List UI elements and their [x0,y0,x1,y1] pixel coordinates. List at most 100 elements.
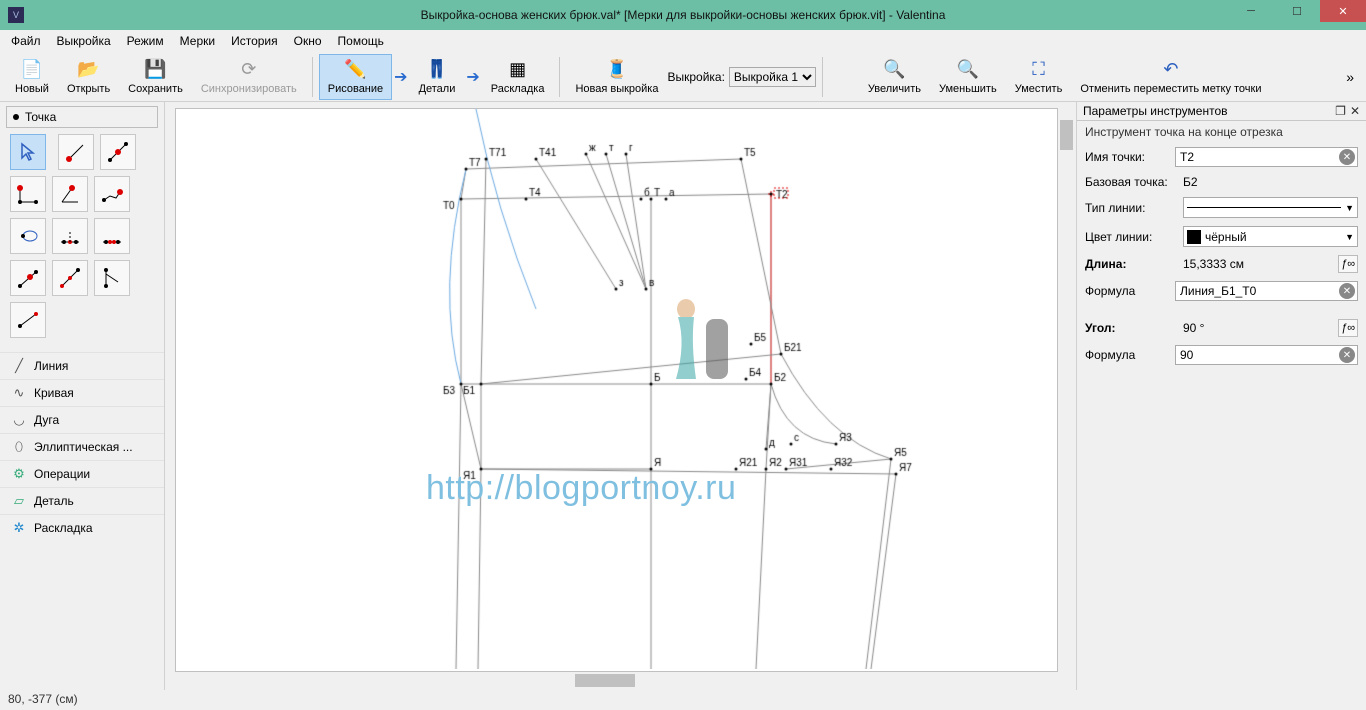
detail-icon: ▱ [12,494,26,508]
details-mode-button[interactable]: 👖Детали [410,54,465,100]
cat-layout[interactable]: ✲Раскладка [0,514,164,541]
angle-formula-input[interactable] [1175,345,1358,365]
tool-point-endline[interactable] [58,134,94,170]
horizontal-scrollbar[interactable] [175,673,1058,688]
toolbar-separator [312,57,313,97]
formula-button[interactable]: ƒ∞ [1338,319,1358,337]
drawing-canvas[interactable]: http://blogportnoy.ru [175,108,1058,672]
menu-help[interactable]: Помощь [331,32,391,50]
minimize-button[interactable]: ─ [1228,0,1274,22]
zoom-out-icon: 🔍 [957,59,979,81]
new-button[interactable]: 📄Новый [6,54,58,100]
base-point-label: Базовая точка: [1085,175,1175,189]
save-icon: 💾 [144,59,166,81]
layout-icon: ▦ [509,59,526,81]
cat-detail[interactable]: ▱Деталь [0,487,164,514]
formula-button[interactable]: ƒ∞ [1338,255,1358,273]
tool-point-bisector[interactable] [52,176,88,212]
base-point-value: Б2 [1183,175,1358,189]
tool-pointer[interactable] [10,134,46,170]
tool-point-axis[interactable] [94,260,130,296]
zoom-fit-button[interactable]: ⛶Уместить [1006,54,1072,100]
cat-operations[interactable]: ⚙Операции [0,460,164,487]
point-name-input[interactable] [1175,147,1358,167]
ellipse-icon: ⬯ [12,440,26,454]
angle-formula-label: Формула [1085,348,1167,362]
statusbar: 80, -377 (см) [0,690,1366,710]
canvas-area: http://blogportnoy.ru [165,102,1076,690]
tool-panel: Точка ╱Линия ∿Кривая ◡Дуга ⬯Эллиптическа… [0,102,165,690]
length-value: 15,3333 см [1183,257,1330,271]
color-swatch [1187,230,1201,244]
curve-icon: ∿ [12,386,26,400]
clear-icon[interactable]: ✕ [1339,283,1355,299]
titlebar: V Выкройка-основа женских брюк.val* [Мер… [0,0,1366,30]
tool-point-alongline[interactable] [100,134,136,170]
gears-icon: ⚙ [12,467,26,481]
zoom-out-button[interactable]: 🔍Уменьшить [930,54,1006,100]
menu-mode[interactable]: Режим [120,32,171,50]
vertical-scrollbar[interactable] [1059,108,1074,672]
layout-icon: ✲ [12,521,26,535]
menu-window[interactable]: Окно [287,32,329,50]
undock-icon[interactable]: ❐ [1335,104,1346,118]
pattern-select[interactable]: Выкройка 1 [729,67,816,87]
tool-point-xy[interactable] [10,260,46,296]
menu-measurements[interactable]: Мерки [173,32,222,50]
line-type-select[interactable]: ▼ [1183,197,1358,218]
pattern-label: Выкройка: [667,70,724,84]
tool-name: Инструмент точка на конце отрезка [1077,121,1366,143]
panel-close-icon[interactable]: ✕ [1350,104,1360,118]
length-formula-label: Формула [1085,284,1167,298]
pencil-icon: ✏️ [344,59,366,81]
file-new-icon: 📄 [21,59,43,81]
toolbar-separator [559,57,560,97]
maximize-button[interactable]: ☐ [1274,0,1320,22]
cat-ellipse[interactable]: ⬯Эллиптическая ... [0,433,164,460]
chevron-down-icon: ▼ [1345,203,1354,213]
open-button[interactable]: 📂Открыть [58,54,119,100]
menu-file[interactable]: Файл [4,32,48,50]
layout-mode-button[interactable]: ▦Раскладка [482,54,554,100]
clear-icon[interactable]: ✕ [1339,149,1355,165]
tool-point-contact[interactable] [10,218,46,254]
toolbar-overflow[interactable]: » [1340,69,1360,85]
line-color-select[interactable]: чёрный▼ [1183,226,1358,247]
new-pattern-button[interactable]: 🧵Новая выкройка [566,54,667,100]
watermark-text: http://blogportnoy.ru [426,469,736,508]
clear-icon[interactable]: ✕ [1339,347,1355,363]
properties-panel: Параметры инструментов ❐✕ Инструмент точ… [1076,102,1366,690]
tool-point-segment[interactable] [10,302,46,338]
cat-arc[interactable]: ◡Дуга [0,406,164,433]
arrow-icon: ➔ [392,67,409,87]
menu-history[interactable]: История [224,32,285,50]
arc-icon: ◡ [12,413,26,427]
tool-group-header[interactable]: Точка [6,106,158,128]
detail-icon: 👖 [426,59,448,81]
tool-point-perpendicular[interactable] [52,260,88,296]
coords-readout: 80, -377 (см) [8,692,78,706]
menu-pattern[interactable]: Выкройка [50,32,118,50]
line-type-label: Тип линии: [1085,201,1175,215]
cat-line[interactable]: ╱Линия [0,352,164,379]
folder-open-icon: 📂 [77,59,99,81]
tool-point-intersection[interactable] [94,218,130,254]
line-color-label: Цвет линии: [1085,230,1175,244]
toolbar: 📄Новый 📂Открыть 💾Сохранить ⟳Синхронизиро… [0,52,1366,102]
tool-point-triangle[interactable] [52,218,88,254]
tool-point-shoulder[interactable] [94,176,130,212]
length-formula-input[interactable] [1175,281,1358,301]
undo-button[interactable]: ↶Отменить переместить метку точки [1071,54,1270,100]
close-button[interactable]: ✕ [1320,0,1366,22]
arrow-icon: ➔ [464,67,481,87]
draw-mode-button[interactable]: ✏️Рисование [319,54,392,100]
zoom-in-icon: 🔍 [883,59,905,81]
zoom-in-button[interactable]: 🔍Увеличить [859,54,930,100]
angle-label: Угол: [1085,321,1175,335]
tool-point-normal[interactable] [10,176,46,212]
zoom-fit-icon: ⛶ [1032,59,1045,81]
chevron-down-icon: ▼ [1345,232,1354,242]
sync-button[interactable]: ⟳Синхронизировать [192,54,306,100]
cat-curve[interactable]: ∿Кривая [0,379,164,406]
save-button[interactable]: 💾Сохранить [119,54,192,100]
